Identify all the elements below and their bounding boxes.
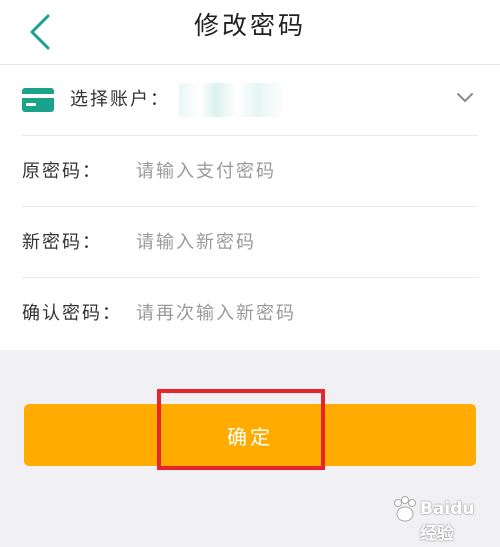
new-password-label: 新密码：: [22, 232, 102, 253]
confirm-password-input[interactable]: [134, 292, 468, 334]
chevron-down-icon[interactable]: [456, 91, 474, 105]
baidu-watermark: Baidu 经验: [390, 490, 495, 544]
paw-icon: [394, 496, 416, 522]
password-form: 选择账户： 原密码： 新密码： 确认密码：: [0, 65, 500, 350]
account-selector[interactable]: 选择账户：: [22, 65, 478, 136]
header-bar: 修改密码: [0, 0, 500, 65]
watermark-text: Baidu 经验: [420, 499, 475, 544]
old-password-row: 原密码：: [22, 136, 478, 207]
page-title: 修改密码: [193, 11, 306, 40]
old-password-label: 原密码：: [22, 161, 102, 182]
new-password-row: 新密码：: [22, 207, 478, 278]
new-password-input[interactable]: [134, 221, 468, 263]
confirm-button[interactable]: 确定: [24, 404, 476, 466]
confirm-password-label: 确认密码：: [22, 303, 122, 324]
confirm-password-row: 确认密码：: [22, 278, 478, 350]
credit-card-icon: [22, 88, 54, 112]
account-value-obscured: [179, 83, 284, 117]
old-password-input[interactable]: [134, 150, 468, 192]
account-label: 选择账户：: [70, 89, 170, 110]
